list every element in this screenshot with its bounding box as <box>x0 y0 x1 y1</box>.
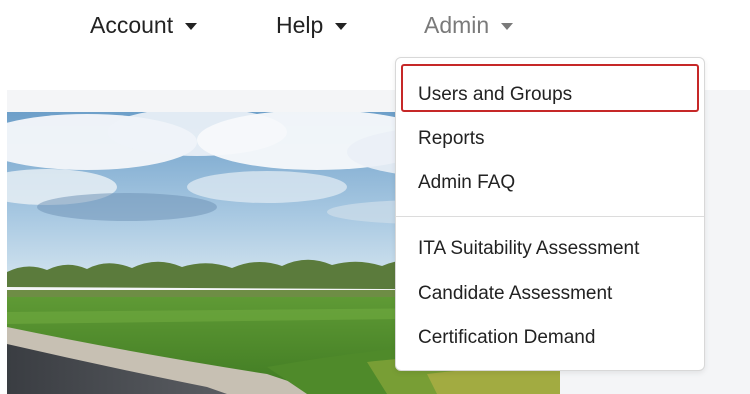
page: Account Help Admin Users and Groups Repo… <box>0 0 750 394</box>
nav-admin-label: Admin <box>424 11 490 38</box>
menu-item-certification-demand[interactable]: Certification Demand <box>418 327 595 349</box>
nav-account-label: Account <box>90 11 174 38</box>
admin-dropdown-menu: Users and Groups Reports Admin FAQ ITA S… <box>395 57 705 371</box>
menu-item-candidate-assessment[interactable]: Candidate Assessment <box>418 283 612 305</box>
menu-item-reports[interactable]: Reports <box>418 128 485 150</box>
nav-help-dropdown[interactable]: Help <box>276 10 348 40</box>
menu-item-admin-faq[interactable]: Admin FAQ <box>418 172 515 194</box>
caret-down-icon <box>501 22 514 30</box>
menu-item-users-and-groups[interactable]: Users and Groups <box>418 84 572 106</box>
top-navbar: Account Help Admin <box>0 0 750 50</box>
nav-help-label: Help <box>276 11 324 38</box>
menu-divider <box>396 216 704 217</box>
caret-down-icon <box>335 22 348 30</box>
menu-item-ita-suitability-assessment[interactable]: ITA Suitability Assessment <box>418 238 639 260</box>
nav-admin-dropdown[interactable]: Admin <box>424 10 514 40</box>
caret-down-icon <box>185 22 198 30</box>
nav-account-dropdown[interactable]: Account <box>90 10 198 40</box>
